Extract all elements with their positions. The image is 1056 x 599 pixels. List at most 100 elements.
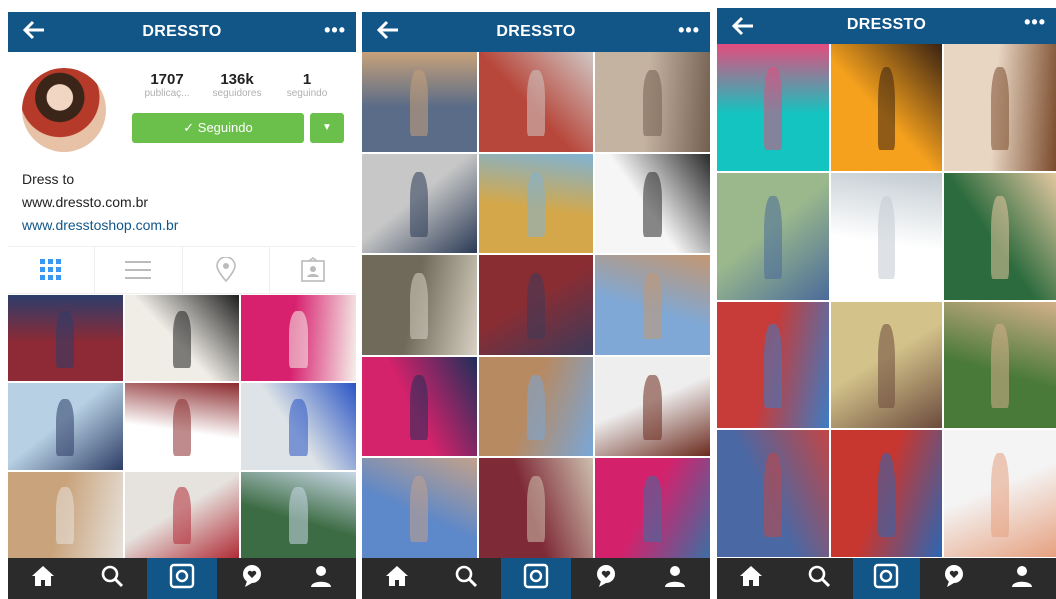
chevron-down-icon[interactable]: ▼ [310, 113, 344, 143]
nav-home[interactable] [717, 558, 785, 599]
photo-thumbnail[interactable] [478, 255, 594, 355]
home-icon [30, 564, 56, 593]
nav-home[interactable] [362, 558, 432, 599]
avatar[interactable] [22, 68, 106, 152]
photo-thumbnail[interactable] [362, 153, 477, 254]
photo-thumbnail[interactable] [124, 471, 240, 558]
bio-link[interactable]: www.dresstoshop.com.br [22, 214, 178, 237]
profile-icon [1011, 564, 1033, 593]
photo-thumbnail[interactable] [241, 295, 356, 382]
search-icon [100, 564, 124, 593]
grid-screen: DRESSTO ••• [362, 12, 710, 599]
nav-activity[interactable] [217, 558, 287, 599]
photo-thumbnail[interactable] [478, 458, 594, 558]
photo-grid [362, 52, 710, 558]
photo-thumbnail[interactable] [362, 356, 477, 457]
photo-thumbnail[interactable] [241, 383, 356, 470]
nav-camera[interactable] [852, 558, 921, 599]
page-title: DRESSTO [496, 23, 576, 40]
tab-grid[interactable] [8, 247, 96, 293]
photo-thumbnail[interactable] [830, 430, 943, 557]
photo-thumbnail[interactable] [717, 172, 829, 300]
photo-thumbnail[interactable] [595, 356, 710, 457]
photo-thumbnail[interactable] [124, 295, 240, 382]
profile-icon [310, 564, 332, 593]
photo-thumbnail[interactable] [717, 44, 829, 171]
photo-thumbnail[interactable] [830, 301, 943, 429]
photo-thumbnail[interactable] [362, 52, 477, 152]
nav-activity[interactable] [920, 558, 988, 599]
grid-screen: DRESSTO ••• [717, 8, 1056, 599]
photo-thumbnail[interactable] [8, 471, 123, 558]
photo-thumbnail[interactable] [944, 430, 1056, 557]
bottom-nav [362, 558, 710, 599]
bio-name: Dress to [22, 171, 75, 187]
profile-tabs [8, 246, 356, 294]
photo-thumbnail[interactable] [8, 295, 123, 382]
search-icon [454, 564, 478, 593]
nav-profile[interactable] [640, 558, 710, 599]
nav-search[interactable] [785, 558, 853, 599]
nav-activity[interactable] [571, 558, 641, 599]
top-bar: DRESSTO ••• [362, 12, 710, 52]
photo-thumbnail[interactable] [478, 356, 594, 457]
photo-thumbnail[interactable] [478, 153, 594, 254]
activity-icon [941, 564, 967, 593]
photo-thumbnail[interactable] [830, 44, 943, 171]
activity-icon [593, 564, 619, 593]
top-bar: DRESSTO ••• [717, 8, 1056, 44]
profile-screen: DRESSTO ••• 1707 publicaç... 136k seguidor… [8, 12, 356, 599]
list-icon [125, 261, 152, 279]
more-icon[interactable]: ••• [678, 20, 700, 41]
following-button[interactable]: ✓ Seguindo [132, 113, 304, 143]
profile-stats: 1707 publicaç... 136k seguidores 1 seguindo [132, 71, 342, 99]
more-icon[interactable]: ••• [1024, 12, 1046, 33]
home-icon [384, 564, 410, 593]
photo-grid [8, 295, 356, 558]
profile-header: 1707 publicaç... 136k seguidores 1 seguindo… [8, 52, 356, 295]
photo-thumbnail[interactable] [944, 172, 1056, 300]
top-bar: DRESSTO ••• [8, 12, 356, 52]
more-icon[interactable]: ••• [324, 20, 346, 41]
nav-camera[interactable] [147, 558, 217, 599]
photo-thumbnail[interactable] [717, 301, 829, 429]
photo-thumbnail[interactable] [362, 255, 477, 355]
photo-thumbnail[interactable] [595, 52, 710, 152]
bottom-nav [717, 558, 1056, 599]
tab-list[interactable] [95, 247, 183, 293]
page-title: DRESSTO [142, 23, 222, 40]
photo-thumbnail[interactable] [478, 52, 594, 152]
search-icon [807, 564, 831, 593]
posts-stat: 1707 publicaç... [144, 71, 190, 99]
photo-thumbnail[interactable] [944, 44, 1056, 171]
photo-thumbnail[interactable] [595, 153, 710, 254]
photo-thumbnail[interactable] [830, 172, 943, 300]
nav-search[interactable] [432, 558, 502, 599]
page-title: DRESSTO [846, 16, 927, 33]
bottom-nav [8, 558, 356, 599]
nav-camera[interactable] [501, 558, 571, 599]
photo-thumbnail[interactable] [362, 458, 477, 558]
photo-thumbnail[interactable] [717, 430, 829, 557]
nav-search[interactable] [78, 558, 148, 599]
photo-grid [717, 44, 1056, 557]
followers-stat[interactable]: 136k seguidores [202, 71, 272, 99]
following-stat[interactable]: 1 seguindo [272, 71, 342, 99]
photo-thumbnail[interactable] [124, 383, 240, 470]
photo-thumbnail[interactable] [595, 458, 710, 558]
tab-tagged[interactable] [270, 247, 356, 293]
tagged-icon [301, 257, 325, 282]
photo-thumbnail[interactable] [8, 383, 123, 470]
photo-thumbnail[interactable] [944, 301, 1056, 429]
nav-profile[interactable] [286, 558, 356, 599]
location-icon [215, 257, 236, 283]
tab-location[interactable] [183, 247, 270, 293]
home-icon [738, 564, 764, 593]
camera-icon [523, 563, 549, 594]
profile-icon [664, 564, 686, 593]
nav-home[interactable] [8, 558, 78, 599]
photo-thumbnail[interactable] [241, 471, 356, 558]
camera-icon [169, 563, 195, 594]
nav-profile[interactable] [988, 558, 1056, 599]
photo-thumbnail[interactable] [595, 255, 710, 355]
